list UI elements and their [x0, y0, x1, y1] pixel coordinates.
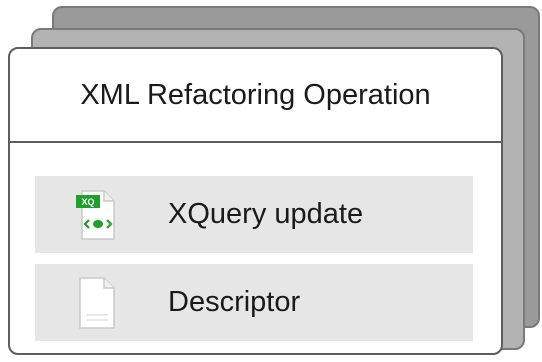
refactoring-operation-card: XML Refactoring Operation XQ XQuery upda…	[8, 47, 503, 355]
diagram-stage: XML Refactoring Operation XQ XQuery upda…	[0, 0, 542, 362]
xquery-badge-text: XQ	[81, 197, 94, 207]
list-item-descriptor[interactable]: Descriptor	[35, 264, 473, 341]
card-title: XML Refactoring Operation	[10, 49, 501, 143]
list-item-xquery-update[interactable]: XQ XQuery update	[35, 176, 473, 253]
item-label-descriptor: Descriptor	[168, 286, 301, 318]
blank-document-icon	[79, 276, 115, 329]
xquery-file-icon: XQ	[76, 189, 115, 240]
item-label-xquery-update: XQuery update	[168, 198, 364, 230]
